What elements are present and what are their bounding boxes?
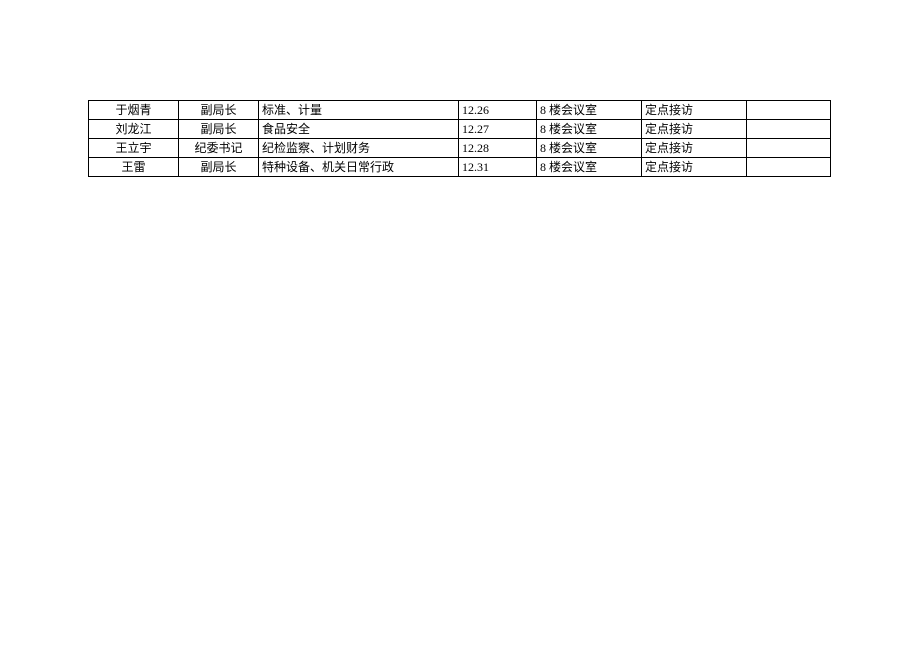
cell-location: 8 楼会议室 (537, 158, 642, 177)
cell-date: 12.26 (459, 101, 537, 120)
table-row: 刘龙江 副局长 食品安全 12.27 8 楼会议室 定点接访 (89, 120, 831, 139)
cell-blank (747, 158, 831, 177)
cell-name: 刘龙江 (89, 120, 179, 139)
cell-name: 王立宇 (89, 139, 179, 158)
cell-blank (747, 101, 831, 120)
cell-type: 定点接访 (642, 158, 747, 177)
cell-duty: 特种设备、机关日常行政 (259, 158, 459, 177)
cell-location: 8 楼会议室 (537, 139, 642, 158)
cell-type: 定点接访 (642, 139, 747, 158)
cell-location: 8 楼会议室 (537, 101, 642, 120)
cell-date: 12.28 (459, 139, 537, 158)
cell-name: 于烟青 (89, 101, 179, 120)
table-row: 王立宇 纪委书记 纪检监察、计划财务 12.28 8 楼会议室 定点接访 (89, 139, 831, 158)
cell-title: 副局长 (179, 120, 259, 139)
cell-name: 王雷 (89, 158, 179, 177)
cell-date: 12.31 (459, 158, 537, 177)
cell-blank (747, 120, 831, 139)
cell-location: 8 楼会议室 (537, 120, 642, 139)
schedule-table-container: 于烟青 副局长 标准、计量 12.26 8 楼会议室 定点接访 刘龙江 副局长 … (88, 100, 830, 177)
cell-title: 副局长 (179, 101, 259, 120)
cell-type: 定点接访 (642, 101, 747, 120)
table-row: 王雷 副局长 特种设备、机关日常行政 12.31 8 楼会议室 定点接访 (89, 158, 831, 177)
cell-duty: 标准、计量 (259, 101, 459, 120)
cell-type: 定点接访 (642, 120, 747, 139)
cell-duty: 食品安全 (259, 120, 459, 139)
cell-blank (747, 139, 831, 158)
cell-title: 纪委书记 (179, 139, 259, 158)
cell-title: 副局长 (179, 158, 259, 177)
cell-date: 12.27 (459, 120, 537, 139)
schedule-table: 于烟青 副局长 标准、计量 12.26 8 楼会议室 定点接访 刘龙江 副局长 … (88, 100, 831, 177)
cell-duty: 纪检监察、计划财务 (259, 139, 459, 158)
table-row: 于烟青 副局长 标准、计量 12.26 8 楼会议室 定点接访 (89, 101, 831, 120)
